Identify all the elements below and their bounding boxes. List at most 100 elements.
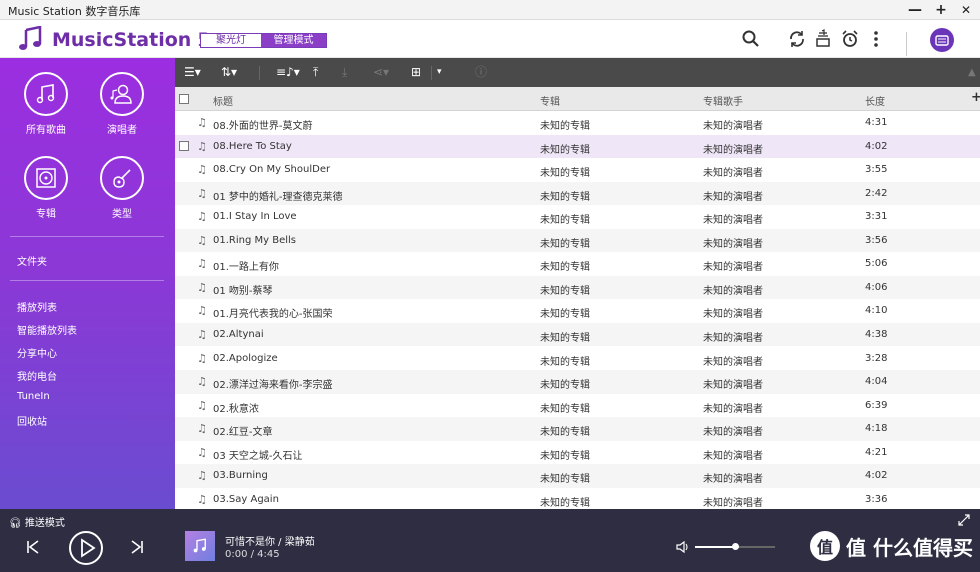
- table-row[interactable]: ♫ 08.外面的世界-莫文蔚 未知的专辑 未知的演唱者 4:31: [175, 111, 980, 135]
- length-cell: 4:31: [865, 117, 888, 128]
- watermark-text: 值 什么值得买: [846, 535, 973, 560]
- table-row[interactable]: ♫ 01.月亮代表我的心-张国荣 未知的专辑 未知的演唱者 4:10: [175, 299, 980, 323]
- radio-device-icon[interactable]: [930, 28, 954, 52]
- add-to-playlist-icon[interactable]: ≡♪▾: [276, 65, 300, 80]
- info-icon[interactable]: ⓘ: [475, 65, 487, 80]
- music-note-icon: ♫: [197, 163, 207, 177]
- play-button[interactable]: [68, 530, 104, 566]
- album-cell: 未知的专辑: [540, 144, 590, 156]
- spotlight-mode-button[interactable]: 聚光灯: [201, 34, 261, 47]
- music-note-icon: ♫: [197, 398, 207, 412]
- next-track-icon[interactable]: [130, 540, 144, 554]
- table-row[interactable]: ♫ 01.I Stay In Love 未知的专辑 未知的演唱者 3:31: [175, 205, 980, 229]
- previous-track-icon[interactable]: [26, 540, 40, 554]
- alarm-clock-icon[interactable]: [840, 29, 860, 49]
- add-column-button[interactable]: +: [971, 90, 980, 105]
- table-row[interactable]: ♫ 08.Here To Stay 未知的专辑 未知的演唱者 4:02: [175, 134, 980, 159]
- media-library-icon[interactable]: [813, 29, 833, 49]
- grid-view-icon[interactable]: ⊞: [411, 65, 421, 80]
- volume-knob[interactable]: [732, 543, 739, 550]
- table-row[interactable]: ♫ 01 梦中的婚礼-理查德克莱德 未知的专辑 未知的演唱者 2:42: [175, 181, 980, 206]
- length-cell: 3:28: [865, 352, 888, 364]
- sidebar-item-recycle-bin[interactable]: 回收站: [17, 413, 47, 428]
- table-row[interactable]: ♫ 02.漂洋过海来看你-李宗盛 未知的专辑 未知的演唱者 4:04: [175, 370, 980, 394]
- music-note-icon: ♫: [197, 304, 207, 318]
- table-row[interactable]: ♫ 08.Cry On My ShoulDer 未知的专辑 未知的演唱者 3:55: [175, 158, 980, 182]
- sidebar-item-artists[interactable]: 演唱者: [92, 72, 152, 136]
- header-divider: [906, 32, 907, 56]
- music-note-icon: [193, 538, 206, 553]
- sidebar-divider: [10, 236, 164, 237]
- artist-cell: 未知的演唱者: [703, 427, 763, 439]
- headphones-icon: 🎧︎: [9, 518, 25, 529]
- table-row[interactable]: ♫ 02.红豆-文章 未知的专辑 未知的演唱者 4:18: [175, 417, 980, 441]
- sidebar: 所有歌曲 演唱者 专辑 类型 文件夹 播放列表 智能播放列表 分享中心 我的电台…: [0, 58, 175, 509]
- album-cell: 未知的专辑: [540, 262, 590, 274]
- song-list: ♫ 08.外面的世界-莫文蔚 未知的专辑 未知的演唱者 4:31 ♫ 08.Here To …: [175, 111, 980, 509]
- artist-cell: 未知的演唱者: [703, 285, 763, 297]
- length-cell: 4:06: [865, 281, 888, 293]
- sort-icon[interactable]: ⇅▾: [221, 65, 237, 80]
- manage-mode-button[interactable]: 管理模式: [261, 34, 326, 47]
- collapse-icon[interactable]: ▲: [968, 65, 976, 80]
- list-view-icon[interactable]: ☰▾: [184, 65, 201, 80]
- table-row[interactable]: ♫ 03.Burning 未知的专辑 未知的演唱者 4:02: [175, 464, 980, 488]
- album-cell: 未知的专辑: [540, 356, 590, 368]
- refresh-icon[interactable]: [787, 29, 807, 49]
- table-row[interactable]: ♫ 01 吻别-蔡琴 未知的专辑 未知的演唱者 4:06: [175, 275, 980, 300]
- select-all-checkbox[interactable]: [179, 94, 189, 104]
- column-header-title[interactable]: 标题: [213, 93, 233, 108]
- sidebar-item-smart-playlists[interactable]: 智能播放列表: [17, 322, 77, 337]
- song-title-cell: 01 吻别-蔡琴: [213, 285, 273, 297]
- table-row[interactable]: ♫ 01.Ring My Bells 未知的专辑 未知的演唱者 3:56: [175, 228, 980, 253]
- table-row[interactable]: ♫ 03 天空之城-久石让 未知的专辑 未知的演唱者 4:21: [175, 441, 980, 465]
- sidebar-item-albums[interactable]: 专辑: [16, 156, 76, 220]
- table-row[interactable]: ♫ 01.一路上有你 未知的专辑 未知的演唱者 5:06: [175, 252, 980, 276]
- artist-cell: 未知的演唱者: [703, 474, 763, 486]
- music-note-icon: ♫: [197, 257, 207, 271]
- volume-icon[interactable]: [676, 541, 690, 553]
- column-header-album[interactable]: 专辑: [540, 93, 560, 108]
- sidebar-item-folders[interactable]: 文件夹: [17, 253, 47, 268]
- album-icon: [24, 156, 68, 200]
- download-icon[interactable]: ⤓: [342, 65, 347, 80]
- artist-cell: 未知的演唱者: [703, 191, 763, 203]
- sidebar-item-tunein[interactable]: TuneIn: [17, 391, 50, 402]
- more-options-icon[interactable]: [866, 29, 886, 49]
- sidebar-item-genres[interactable]: 类型: [92, 156, 152, 220]
- column-header-artist[interactable]: 专辑歌手: [703, 93, 743, 108]
- column-header-length[interactable]: 长度: [865, 93, 885, 108]
- table-row[interactable]: ♫ 02.Apologize 未知的专辑 未知的演唱者 3:28: [175, 347, 980, 371]
- song-title-cell: 03.Burning: [213, 470, 268, 482]
- table-row[interactable]: ♫ 02.Altynai 未知的专辑 未知的演唱者 4:38: [175, 322, 980, 347]
- album-cell: 未知的专辑: [540, 497, 590, 509]
- volume-slider[interactable]: [695, 543, 775, 550]
- table-row[interactable]: ♫ 02.秋意浓 未知的专辑 未知的演唱者 6:39: [175, 394, 980, 418]
- more-dropdown-icon[interactable]: ▾: [437, 65, 442, 80]
- close-button[interactable]: ✕: [956, 1, 976, 19]
- length-cell: 4:21: [865, 446, 888, 458]
- album-cell: 未知的专辑: [540, 380, 590, 392]
- song-title-cell: 02.秋意浓: [213, 403, 259, 415]
- artist-cell: 未知的演唱者: [703, 238, 763, 250]
- sidebar-item-my-radio[interactable]: 我的电台: [17, 368, 57, 383]
- album-cover[interactable]: [185, 531, 215, 561]
- artist-cell: 未知的演唱者: [703, 144, 763, 156]
- music-note-icon: ♫: [197, 351, 207, 365]
- push-mode-toggle[interactable]: 🎧︎ 推送模式: [9, 514, 65, 529]
- expand-icon[interactable]: [958, 514, 970, 526]
- upload-icon[interactable]: ⤒: [313, 65, 318, 80]
- minimize-button[interactable]: —: [905, 1, 925, 19]
- song-title-cell: 08.Cry On My ShoulDer: [213, 164, 331, 176]
- album-cell: 未知的专辑: [540, 215, 590, 227]
- share-icon[interactable]: ⋖▾: [373, 65, 389, 80]
- sidebar-item-all-songs[interactable]: 所有歌曲: [16, 72, 76, 136]
- maximize-button[interactable]: +: [931, 1, 951, 19]
- sidebar-item-playlists[interactable]: 播放列表: [17, 299, 57, 314]
- sidebar-item-share-center[interactable]: 分享中心: [17, 345, 57, 360]
- table-row[interactable]: ♫ 03.Say Again 未知的专辑 未知的演唱者 3:36: [175, 488, 980, 509]
- row-checkbox[interactable]: [179, 140, 189, 151]
- album-cell: 未知的专辑: [540, 450, 590, 462]
- music-note-icon: ♫: [197, 492, 207, 506]
- search-icon[interactable]: [741, 29, 761, 49]
